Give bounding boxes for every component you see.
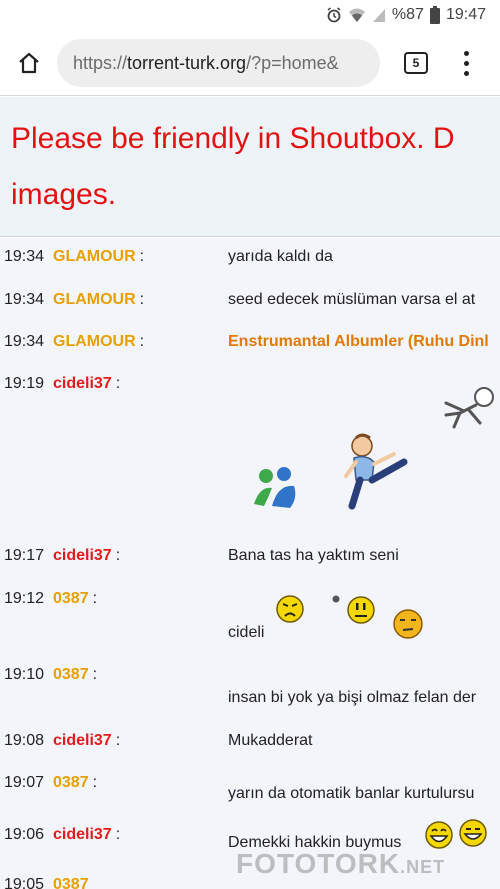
shout-time: 19:08	[4, 732, 45, 749]
menu-dot-icon	[463, 50, 469, 56]
shout-user[interactable]: cideli37:	[53, 547, 120, 565]
battery-percent: %87	[391, 6, 424, 23]
address-bar[interactable]: https://torrent-turk.org/?p=home&	[57, 39, 380, 87]
announcement-text: Please be friendly in Shoutbox. Dimages.	[11, 122, 455, 211]
shout-message: insan bi yok ya bişi olmaz felan der	[228, 689, 477, 706]
shout-message: Mukadderat	[228, 732, 313, 749]
shout-time: 19:19	[4, 375, 45, 392]
announcement-banner: Please be friendly in Shoutbox. Dimages.	[0, 97, 500, 237]
status-bar: %87 19:47	[0, 0, 500, 30]
home-button[interactable]	[14, 48, 44, 78]
url-scheme: https://	[73, 53, 128, 73]
signal-icon	[372, 9, 385, 22]
shout-user[interactable]: cideli37:	[53, 826, 120, 844]
annoyed-smiley-icon	[393, 609, 423, 639]
kicking-man-icon	[344, 433, 408, 510]
menu-dot-icon	[463, 70, 469, 76]
home-icon	[19, 52, 39, 74]
shout-time: 19:34	[4, 291, 45, 308]
shout-message: cideli	[228, 624, 265, 641]
wifi-icon	[348, 8, 365, 22]
clock: 19:47	[445, 6, 486, 23]
shout-user[interactable]: 0387:	[53, 774, 97, 792]
shout-message: yarıda kaldı da	[228, 248, 333, 265]
url-path: /?p=home&	[246, 53, 339, 73]
shoutbox: 19:34 GLAMOUR: yarıda kaldı da 19:34 GLA…	[0, 238, 500, 889]
shout-time: 19:12	[4, 590, 45, 607]
shout-message: Bana tas ha yaktım seni	[228, 547, 399, 564]
shout-user[interactable]: GLAMOUR:	[53, 333, 144, 351]
url-host: torrent-turk.org	[127, 53, 247, 73]
browser-toolbar: https://torrent-turk.org/?p=home& 5	[0, 30, 500, 96]
shout-time: 19:34	[4, 248, 45, 265]
shout-time: 19:06	[4, 826, 45, 843]
shout-user[interactable]: 0387:	[53, 590, 97, 608]
laughing-smiley-icon	[425, 821, 453, 849]
shout-time: 19:17	[4, 547, 45, 564]
shout-user[interactable]: GLAMOUR:	[53, 248, 144, 266]
bouncing-smiley-icon	[332, 595, 375, 624]
stickman-icon	[444, 387, 494, 429]
shout-time: 19:34	[4, 333, 45, 350]
shout-user[interactable]: cideli37:	[53, 375, 120, 393]
shout-user[interactable]: 0387:	[53, 666, 97, 684]
shout-time: 19:07	[4, 774, 45, 791]
menu-dot-icon	[463, 60, 469, 66]
shout-user[interactable]: GLAMOUR:	[53, 291, 144, 309]
messenger-buddy-icon	[254, 467, 296, 508]
shout-time: 19:10	[4, 666, 45, 683]
shout-message: seed edecek müslüman varsa el at	[228, 291, 476, 308]
watermark-logo: FOTOTORK.NET	[236, 848, 446, 879]
shout-user[interactable]: cideli37:	[53, 732, 120, 750]
shout-user[interactable]: 0387	[53, 876, 89, 889]
menu-button[interactable]	[456, 48, 476, 78]
angry-smiley-icon	[276, 595, 304, 623]
tab-switcher-button[interactable]: 5	[404, 52, 428, 74]
alarm-icon	[327, 7, 341, 23]
shout-message-link[interactable]: Enstrumantal Albumler (Ruhu Dinl	[228, 333, 489, 351]
battery-icon	[429, 6, 440, 24]
shout-message: yarın da otomatik banlar kurtulursu	[228, 785, 475, 802]
grinning-smiley-icon	[459, 819, 487, 847]
shout-time: 19:05	[4, 876, 45, 889]
